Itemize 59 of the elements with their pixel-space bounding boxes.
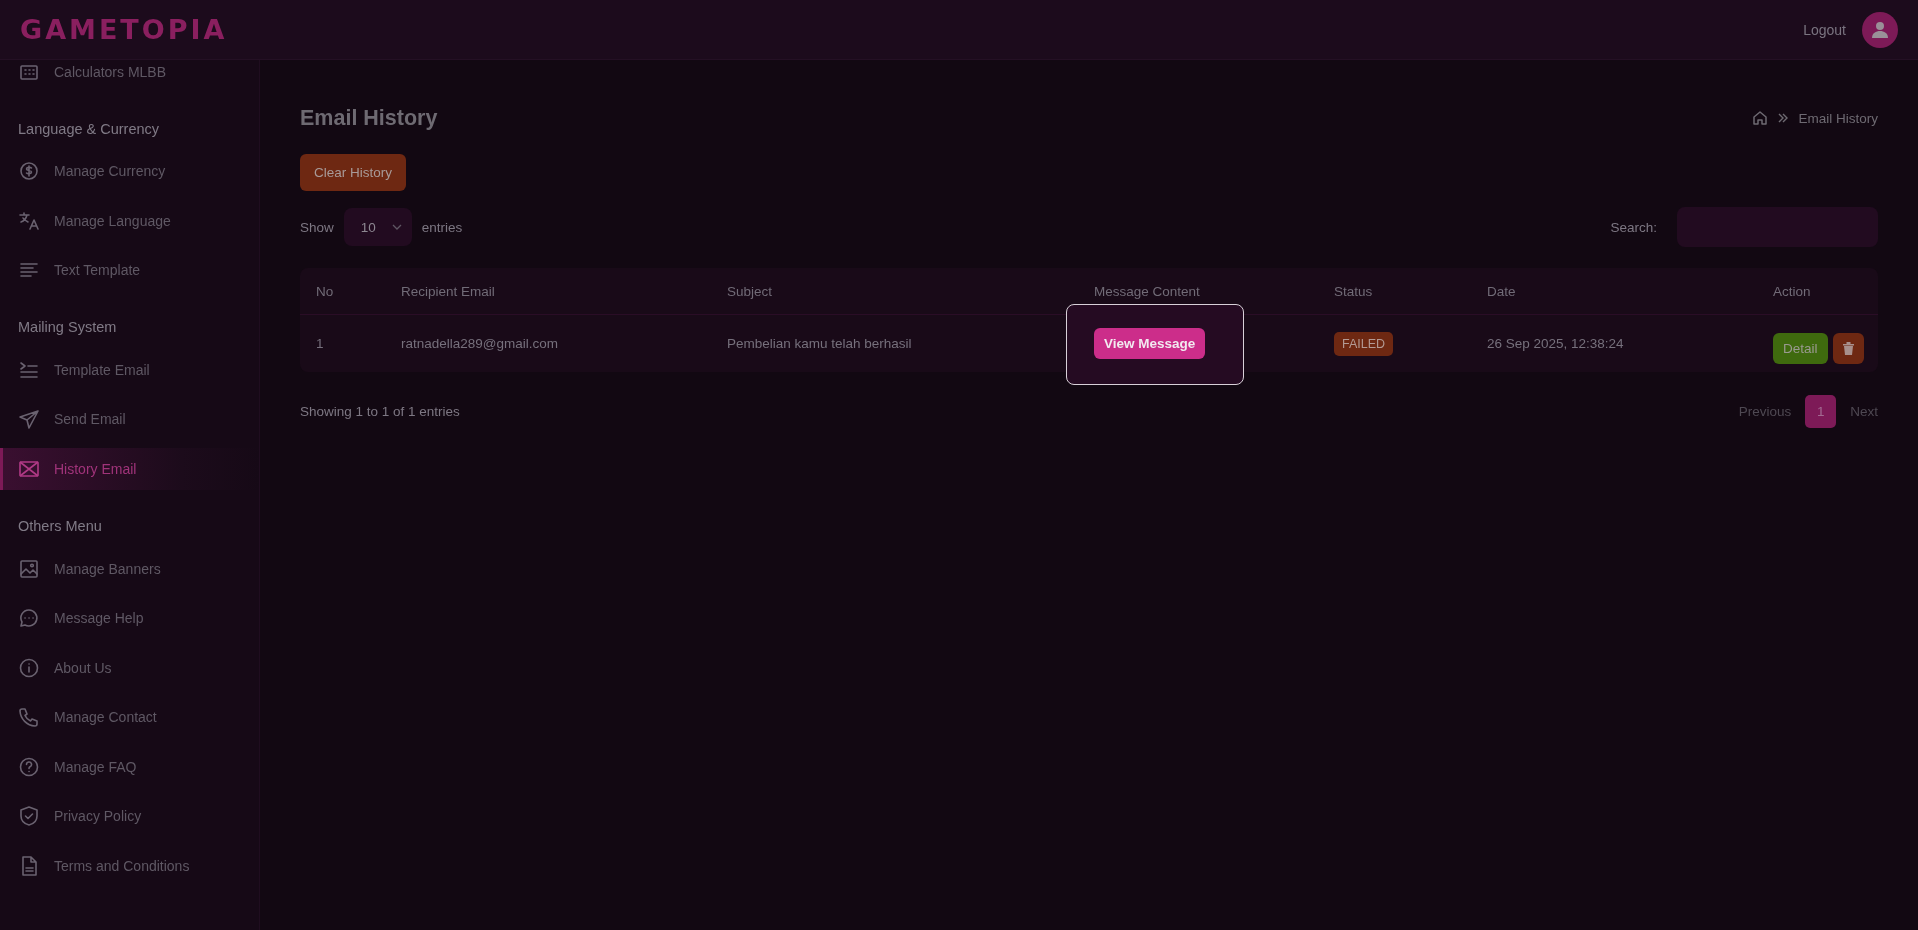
sidebar-item[interactable]: Manage Currency <box>0 146 259 196</box>
status-badge: FAILED <box>1334 331 1394 356</box>
sidebar-item[interactable]: Send Email <box>0 394 259 444</box>
double-chevron-icon <box>1778 113 1789 123</box>
breadcrumb-current: Email History <box>1798 110 1878 126</box>
sidebar-heading: Mailing System <box>17 318 118 337</box>
logo: GAMETOPIA <box>20 14 228 45</box>
sidebar-heading: Language & Currency <box>17 119 161 139</box>
paper-plane-icon <box>18 408 40 431</box>
column-header: No <box>316 283 335 299</box>
avatar-icon[interactable] <box>1862 11 1898 48</box>
image-icon <box>18 557 40 580</box>
column-header: Recipient Email <box>401 283 496 299</box>
column-header: Status <box>1334 283 1374 299</box>
translate-icon <box>18 209 40 232</box>
sidebar-heading: Others Menu <box>17 517 103 536</box>
previous-link[interactable]: Previous <box>1738 403 1792 419</box>
sidebar-item[interactable]: Manage FAQ <box>0 742 259 792</box>
column-header: Date <box>1487 283 1517 299</box>
sidebar-item[interactable]: Terms and Conditions <box>0 841 259 891</box>
dollar-coin-icon <box>18 160 40 183</box>
question-icon <box>18 755 40 778</box>
table-cell-text: 26 Sep 2025, 12:38:24 <box>1487 336 1625 351</box>
chat-bubble-icon <box>18 607 40 630</box>
info-icon <box>18 656 40 679</box>
envelope-icon <box>18 458 40 480</box>
view-message-button[interactable]: View Message <box>1094 328 1206 359</box>
sidebar-item[interactable]: Manage Contact <box>0 692 259 742</box>
entries-info: Showing 1 to 1 of 1 entries <box>300 403 460 419</box>
page-size-select[interactable]: 10 <box>343 208 412 246</box>
column-header: Message Content <box>1094 283 1201 299</box>
column-header: Action <box>1773 283 1812 299</box>
table-cell-text: ratnadella289@gmail.com <box>401 336 560 351</box>
phone-icon <box>18 706 40 729</box>
page-button[interactable]: 1 <box>1805 394 1837 428</box>
column-header: Subject <box>727 283 774 299</box>
sidebar-item[interactable]: Manage Banners <box>0 544 259 594</box>
sidebar-item[interactable]: About Us <box>0 643 259 693</box>
caret-icon <box>391 224 402 230</box>
table-cell-text: Pembelian kamu telah berhasil <box>727 336 913 351</box>
search-label: Search: <box>1610 219 1657 235</box>
sidebar-item[interactable]: Text Template <box>0 245 259 295</box>
next-link[interactable]: Next <box>1850 403 1878 419</box>
shield-check-icon <box>18 805 40 828</box>
show-label: Show <box>300 219 334 235</box>
entries-label: entries <box>421 219 463 235</box>
home-icon[interactable] <box>1752 110 1769 126</box>
sidebar-item[interactable]: Manage Language <box>0 196 259 246</box>
table-cell-text: 1 <box>316 336 325 351</box>
page-title: Email History <box>300 105 438 131</box>
delete-button[interactable] <box>1832 333 1864 364</box>
trash-icon <box>1842 342 1854 355</box>
sidebar-item[interactable]: Privacy Policy <box>0 791 259 841</box>
clear-history-button[interactable]: Clear History <box>300 154 406 191</box>
detail-button[interactable]: Detail <box>1773 333 1828 364</box>
sidebar-item[interactable]: Message Help <box>0 593 259 643</box>
sidebar-item[interactable]: Template Email <box>0 345 259 395</box>
sidebar-item[interactable]: Calculators MLBB <box>0 60 259 97</box>
logout-link[interactable]: Logout <box>1803 21 1846 38</box>
